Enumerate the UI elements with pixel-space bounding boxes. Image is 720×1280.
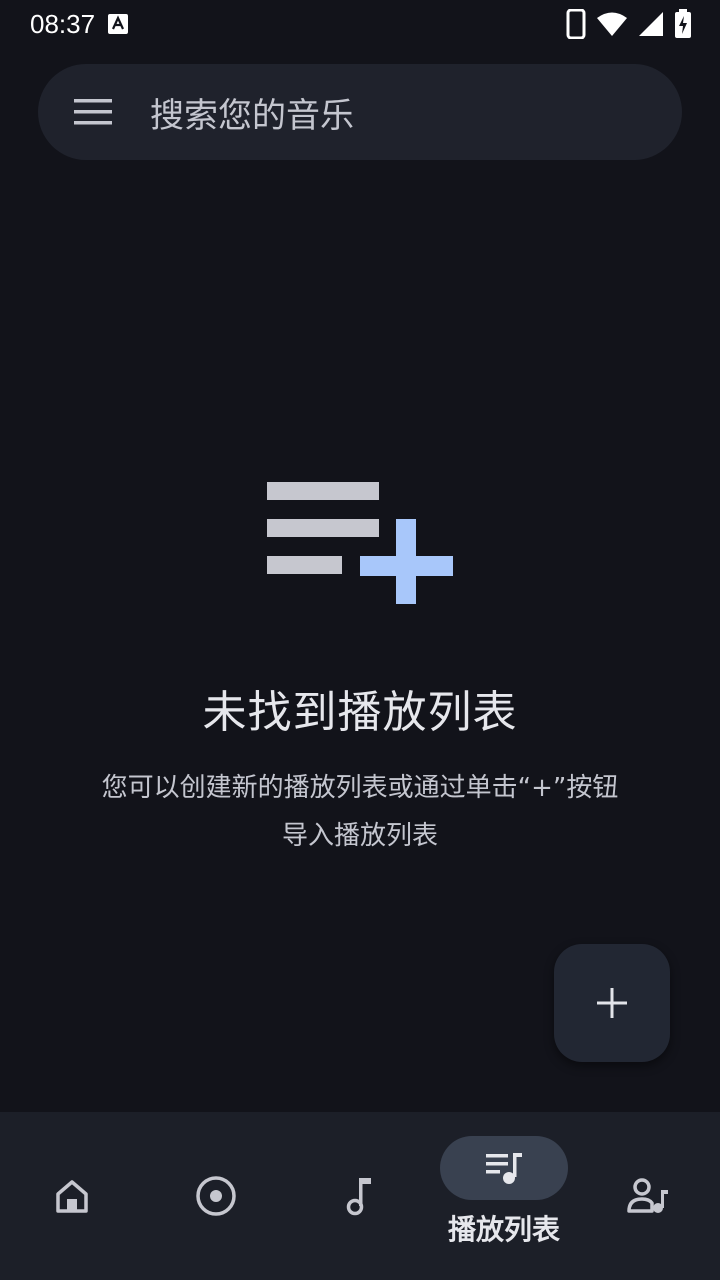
nav-icon-container — [440, 1136, 568, 1200]
artist-icon — [627, 1178, 669, 1214]
nav-item-songs[interactable] — [288, 1112, 432, 1280]
nav-icon-container — [296, 1164, 424, 1228]
nav-icon-container — [8, 1164, 136, 1228]
empty-state: 未找到播放列表 您可以创建新的播放列表或通过单击“+”按钮导入播放列表 — [0, 470, 720, 860]
add-playlist-button[interactable] — [554, 944, 670, 1062]
nav-icon-container — [152, 1164, 280, 1228]
wifi-icon — [596, 11, 628, 37]
plus-icon — [597, 988, 627, 1018]
nav-item-playlists[interactable]: 播放列表 — [432, 1112, 576, 1280]
search-input[interactable]: 搜索您的音乐 — [150, 88, 354, 137]
nav-item-artists[interactable] — [576, 1112, 720, 1280]
status-right — [566, 9, 692, 39]
status-left: 08:37 — [30, 9, 129, 40]
home-icon — [54, 1178, 90, 1214]
playlist-add-icon — [265, 470, 455, 604]
status-bar: 08:37 — [0, 0, 720, 48]
nav-item-albums[interactable] — [144, 1112, 288, 1280]
nav-label-playlists: 播放列表 — [447, 1213, 560, 1246]
bottom-navigation: 播放列表 — [0, 1112, 720, 1280]
menu-icon[interactable] — [74, 98, 112, 126]
empty-title: 未找到播放列表 — [202, 687, 518, 738]
nav-item-home[interactable] — [0, 1112, 144, 1280]
album-icon — [195, 1175, 237, 1217]
music-note-icon — [345, 1176, 375, 1216]
phone-vibrate-icon — [566, 9, 586, 39]
nav-icon-container — [584, 1164, 712, 1228]
empty-description: 您可以创建新的播放列表或通过单击“+”按钮导入播放列表 — [101, 773, 619, 851]
search-bar[interactable]: 搜索您的音乐 — [38, 64, 682, 160]
signal-icon — [638, 11, 664, 37]
keyboard-a-icon — [107, 13, 129, 35]
playlist-icon — [484, 1151, 524, 1185]
status-time: 08:37 — [30, 8, 96, 39]
battery-charging-icon — [674, 9, 692, 39]
